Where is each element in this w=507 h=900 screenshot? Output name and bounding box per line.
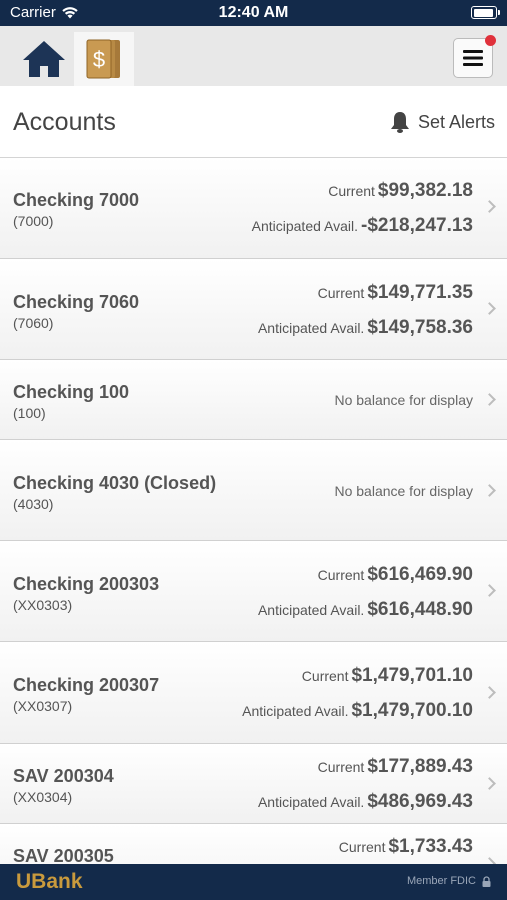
account-row[interactable]: Checking 200303 (XX0303) Current $616,46… [0, 541, 507, 642]
account-number: (100) [13, 405, 46, 421]
money-icon: $ [86, 39, 120, 79]
anticipated-amount: $616,448.90 [367, 599, 473, 620]
current-amount: $177,889.43 [367, 756, 473, 777]
current-amount: $149,771.35 [367, 282, 473, 303]
svg-text:$: $ [93, 47, 105, 72]
current-label: Current [328, 183, 375, 199]
chevron-right-icon [483, 200, 496, 213]
hamburger-icon [463, 50, 483, 66]
anticipated-amount: -$218,247.13 [361, 215, 473, 236]
account-number: (XX0307) [13, 698, 73, 714]
anticipated-label: Anticipated Avail. [257, 794, 365, 810]
account-name: Checking 200307 [13, 675, 160, 695]
account-name: SAV 200304 [13, 766, 114, 786]
notification-badge [485, 35, 496, 46]
chevron-right-icon [483, 777, 496, 790]
current-label: Current [301, 668, 349, 684]
current-balance-line: Current $1,479,701.10 [302, 665, 473, 687]
tab-home[interactable] [14, 32, 74, 86]
set-alerts-label: Set Alerts [417, 111, 495, 132]
current-amount: $1,733.43 [388, 836, 473, 857]
account-name: Checking 7000 [13, 190, 140, 210]
account-row[interactable]: Checking 100 (100) No balance for displa… [0, 360, 507, 440]
account-number: (XX0303) [13, 597, 73, 613]
current-amount: $99,382.18 [377, 180, 473, 201]
chevron-right-icon [483, 302, 496, 315]
chevron-right-icon [483, 484, 496, 497]
current-amount: $616,469.90 [367, 564, 473, 585]
chevron-right-icon [483, 393, 496, 406]
status-time: 12:40 AM [218, 4, 289, 21]
top-nav: $ [0, 26, 507, 86]
current-label: Current [317, 759, 365, 775]
fdic-label: Member FDIC [406, 875, 476, 887]
anticipated-balance-line: Anticipated Avail. $616,448.90 [258, 599, 473, 621]
current-label: Current [317, 285, 365, 301]
account-row[interactable]: SAV 200304 (XX0304) Current $177,889.43 … [0, 744, 507, 824]
account-name: Checking 100 [13, 382, 130, 402]
battery-icon [471, 6, 500, 19]
current-balance-line: Current $99,382.18 [328, 180, 473, 202]
anticipated-balance-line: Anticipated Avail. -$218,247.13 [252, 215, 473, 237]
battery-level [473, 8, 493, 17]
account-name: Checking 200303 [13, 574, 160, 594]
set-alerts-button[interactable]: Set Alerts [388, 110, 495, 134]
lock-icon [482, 875, 491, 887]
chevron-right-icon [483, 584, 496, 597]
current-balance-line: Current $177,889.43 [318, 756, 473, 778]
anticipated-amount: $149,758.36 [367, 317, 473, 338]
tab-accounts[interactable]: $ [74, 32, 134, 86]
footer-bar: UBank Member FDIC [0, 864, 507, 900]
anticipated-label: Anticipated Avail. [242, 703, 349, 719]
anticipated-label: Anticipated Avail. [257, 602, 365, 618]
brand-name: UBank [16, 870, 83, 893]
status-bar: Carrier 12:40 AM [0, 0, 507, 26]
account-row[interactable]: Checking 7000 (7000) Current $99,382.18 … [0, 158, 507, 259]
no-balance-text: No balance for display [334, 483, 473, 499]
account-name: Checking 7060 [13, 292, 140, 312]
brand-logo: UBank [16, 870, 83, 894]
account-number: (7000) [13, 213, 54, 229]
account-row[interactable]: Checking 4030 (Closed) (4030) No balance… [0, 440, 507, 541]
menu-button[interactable] [453, 35, 496, 78]
accounts-list: Checking 7000 (7000) Current $99,382.18 … [0, 158, 507, 900]
account-row[interactable]: Checking 7060 (7060) Current $149,771.35… [0, 259, 507, 360]
current-balance-line: Current $149,771.35 [318, 282, 473, 304]
anticipated-balance-line: Anticipated Avail. $149,758.36 [258, 317, 473, 339]
account-name: Checking 4030 (Closed) [13, 473, 217, 493]
no-balance-text: No balance for display [334, 392, 473, 408]
account-row[interactable]: Checking 200307 (XX0307) Current $1,479,… [0, 642, 507, 744]
account-number: (7060) [13, 315, 54, 331]
account-number: (XX0304) [13, 789, 73, 805]
current-amount: $1,479,701.10 [351, 665, 473, 686]
chevron-right-icon [483, 686, 496, 699]
anticipated-balance-line: Anticipated Avail. $486,969.43 [258, 791, 473, 813]
bell-icon [390, 112, 409, 133]
anticipated-label: Anticipated Avail. [251, 218, 358, 234]
home-icon [23, 41, 65, 77]
current-label: Current [317, 567, 365, 583]
anticipated-amount: $486,969.43 [367, 791, 473, 812]
current-label: Current [338, 839, 386, 855]
anticipated-amount: $1,479,700.10 [351, 700, 473, 721]
current-balance-line: Current $1,733.43 [339, 836, 473, 858]
account-number: (4030) [13, 496, 54, 512]
anticipated-label: Anticipated Avail. [257, 320, 365, 336]
anticipated-balance-line: Anticipated Avail. $1,479,700.10 [242, 700, 473, 722]
fdic-notice: Member FDIC [407, 875, 491, 887]
accounts-header: Accounts Set Alerts [0, 86, 507, 158]
current-balance-line: Current $616,469.90 [318, 564, 473, 586]
page-title: Accounts [13, 108, 116, 136]
